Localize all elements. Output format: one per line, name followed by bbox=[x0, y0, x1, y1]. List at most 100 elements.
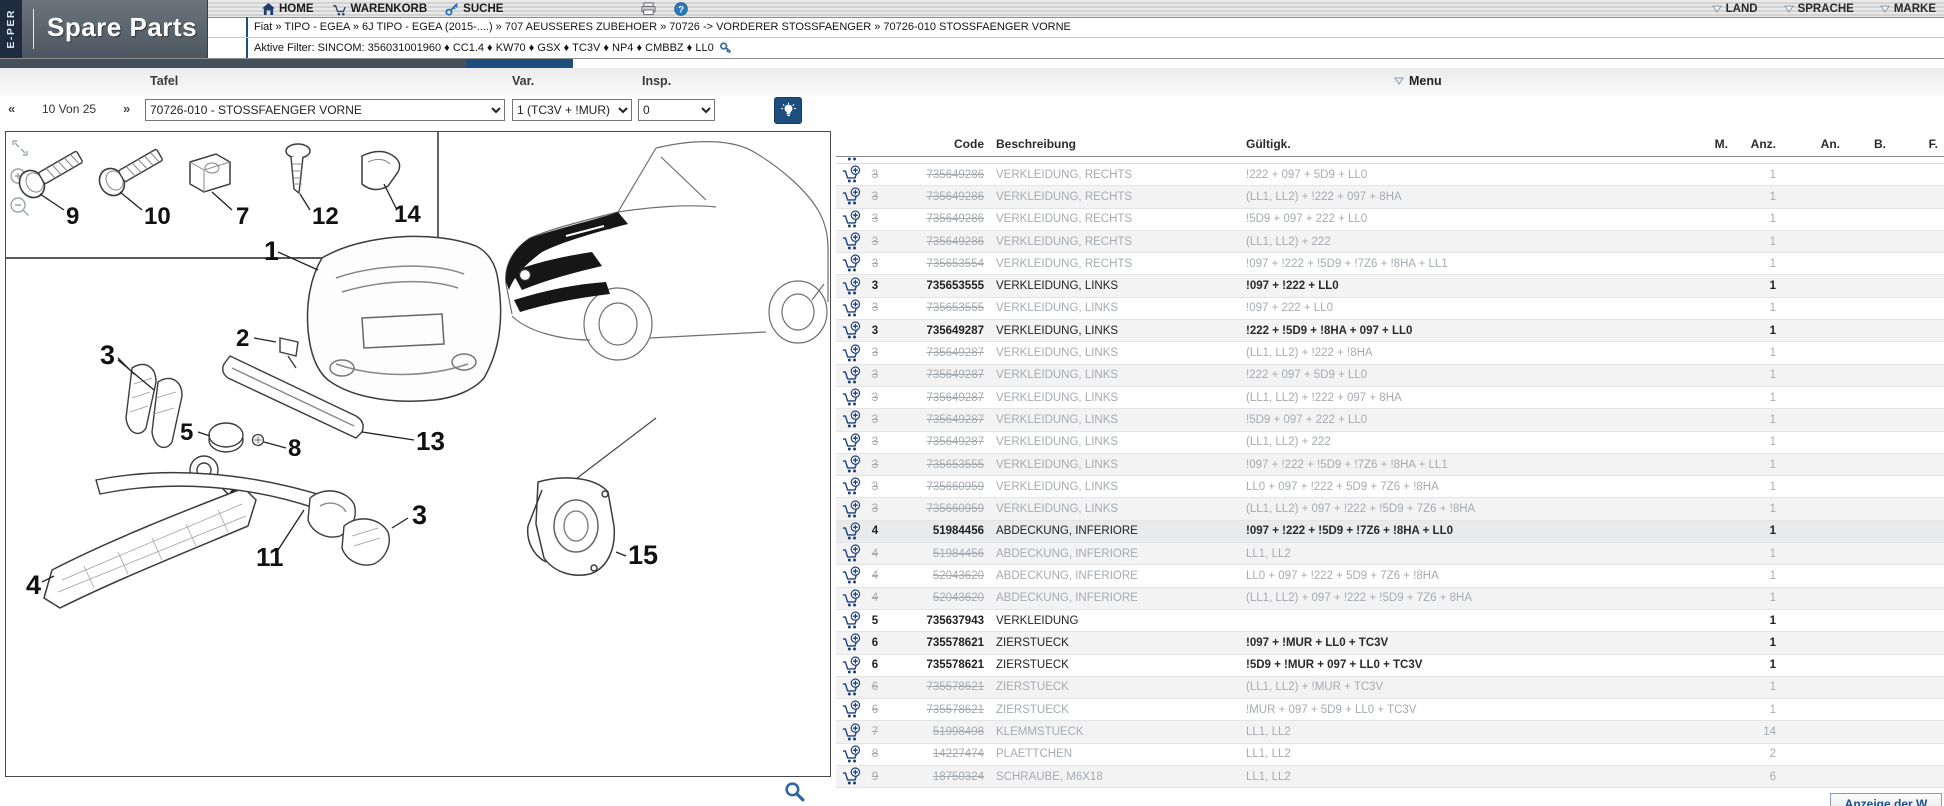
row-part-code[interactable]: 735660959 bbox=[888, 481, 984, 493]
filter-key-icon[interactable] bbox=[719, 41, 733, 55]
table-row[interactable]: 451984456ABDECKUNG, INFERIORE!097 + !222… bbox=[836, 521, 1944, 543]
table-row[interactable]: 3735653555VERKLEIDUNG, LINKS!097 + !222 … bbox=[836, 454, 1944, 476]
table-row[interactable]: 3735649287VERKLEIDUNG, LINKS!5D9 + 097 +… bbox=[836, 409, 1944, 431]
breadcrumb[interactable]: Fiat » TIPO - EGEA » 6J TIPO - EGEA (201… bbox=[254, 21, 1071, 33]
insp-select[interactable]: 0 bbox=[638, 99, 715, 121]
add-to-cart-button[interactable] bbox=[836, 410, 862, 429]
add-to-cart-button[interactable] bbox=[836, 522, 862, 541]
row-part-code[interactable]: 735653555 bbox=[888, 280, 984, 292]
table-row[interactable]: 5735637943VERKLEIDUNG1 bbox=[836, 610, 1944, 632]
diagram-callout[interactable]: 1 bbox=[264, 236, 279, 266]
table-row[interactable]: 3735653555VERKLEIDUNG, LINKS!097 + 222 +… bbox=[836, 298, 1944, 320]
add-to-cart-button[interactable] bbox=[836, 232, 862, 251]
part-clip-7[interactable]: 7 bbox=[190, 154, 249, 230]
add-to-cart-button[interactable] bbox=[836, 299, 862, 318]
add-to-cart-button[interactable] bbox=[836, 745, 862, 764]
table-row[interactable]: 3735649287VERKLEIDUNG, LINKS!222 + 097 +… bbox=[836, 365, 1944, 387]
table-row[interactable]: 3735649286VERKLEIDUNG, RECHTS!5D9 + 097 … bbox=[836, 209, 1944, 231]
add-to-cart-button[interactable] bbox=[836, 366, 862, 385]
row-part-code[interactable]: 735660959 bbox=[888, 503, 984, 515]
row-part-code[interactable]: 735649287 bbox=[888, 325, 984, 337]
next-table-button[interactable]: » bbox=[123, 101, 130, 116]
part-screw-8[interactable]: 8 bbox=[253, 435, 302, 463]
part-clip-14[interactable]: 14 bbox=[362, 151, 421, 228]
part-disc-5[interactable]: 5 bbox=[180, 419, 243, 452]
row-part-code[interactable]: 735649287 bbox=[888, 392, 984, 404]
table-row[interactable]: 452043620ABDECKUNG, INFERIORELL0 + 097 +… bbox=[836, 565, 1944, 587]
table-row[interactable]: 3735653555VERKLEIDUNG, LINKS!097 + !222 … bbox=[836, 275, 1944, 297]
part-screw-12[interactable]: 12 bbox=[286, 144, 339, 230]
row-part-code[interactable]: 735637943 bbox=[888, 615, 984, 627]
row-part-code[interactable]: 735649287 bbox=[888, 347, 984, 359]
diagram-callout[interactable]: 3 bbox=[100, 340, 115, 370]
table-row[interactable]: 3735660959VERKLEIDUNG, LINKSLL0 + 097 + … bbox=[836, 476, 1944, 498]
add-to-cart-button[interactable] bbox=[836, 566, 862, 585]
table-row[interactable]: 6735578621ZIERSTUECK!097 + !MUR + LL0 + … bbox=[836, 632, 1944, 654]
show-selection-button[interactable]: Anzeige der W bbox=[1830, 793, 1942, 806]
diagram-callout[interactable]: 7 bbox=[236, 203, 249, 230]
table-row[interactable]: 6735578621ZIERSTUECK!5D9 + !MUR + 097 + … bbox=[836, 655, 1944, 677]
help-button[interactable]: ? bbox=[674, 2, 688, 16]
hint-bulb-button[interactable] bbox=[774, 97, 802, 124]
diagram-callout[interactable]: 3 bbox=[412, 500, 427, 530]
diagram-search-button[interactable] bbox=[784, 781, 805, 806]
row-part-code[interactable]: 735649287 bbox=[888, 369, 984, 381]
diagram-callout[interactable]: 8 bbox=[288, 435, 301, 462]
part-grille-4[interactable]: 4 bbox=[26, 488, 256, 608]
part-bolt-9[interactable]: 9 bbox=[15, 144, 87, 230]
table-row[interactable]: 451984456ABDECKUNG, INFERIORELL1, LL21 bbox=[836, 543, 1944, 565]
add-to-cart-button[interactable] bbox=[836, 767, 862, 786]
table-row[interactable]: 3735660959VERKLEIDUNG, LINKS(LL1, LL2) +… bbox=[836, 498, 1944, 520]
parts-diagram[interactable]: 9 10 7 bbox=[6, 132, 830, 776]
table-row[interactable]: 3735653554VERKLEIDUNG, RECHTS!097 + !222… bbox=[836, 253, 1944, 275]
sprache-link[interactable]: SPRACHE bbox=[1784, 3, 1854, 15]
add-to-cart-button[interactable] bbox=[836, 388, 862, 407]
table-row[interactable]: 3735649286VERKLEIDUNG, RECHTS!222 + 097 … bbox=[836, 164, 1944, 186]
add-to-cart-button[interactable] bbox=[836, 254, 862, 273]
table-row[interactable]: 452043620ABDECKUNG, INFERIORE(LL1, LL2) … bbox=[836, 588, 1944, 610]
part-clip-2[interactable]: 2 bbox=[236, 325, 298, 368]
home-button[interactable]: HOME bbox=[262, 3, 314, 15]
row-part-code[interactable]: 735653555 bbox=[888, 459, 984, 471]
table-row[interactable]: 3735649287VERKLEIDUNG, LINKS!222 + !5D9 … bbox=[836, 320, 1944, 342]
row-part-code[interactable]: 14227474 bbox=[888, 748, 984, 760]
row-part-code[interactable]: 735653555 bbox=[888, 302, 984, 314]
add-to-cart-button[interactable] bbox=[836, 678, 862, 697]
add-to-cart-button[interactable] bbox=[836, 344, 862, 363]
add-to-cart-button[interactable] bbox=[836, 210, 862, 229]
diagram-callout[interactable]: 4 bbox=[26, 570, 41, 600]
row-part-code[interactable]: 51984456 bbox=[888, 525, 984, 537]
diagram-callout[interactable]: 15 bbox=[628, 540, 658, 570]
diagram-callout[interactable]: 14 bbox=[394, 201, 421, 228]
land-link[interactable]: LAND bbox=[1712, 3, 1758, 15]
add-to-cart-button[interactable] bbox=[836, 723, 862, 742]
table-row[interactable]: 3735649286VERKLEIDUNG, RECHTS(LL1, LL2) … bbox=[836, 231, 1944, 253]
diagram-callout[interactable]: 5 bbox=[180, 419, 193, 446]
search-menu-button[interactable]: SUCHE bbox=[445, 2, 503, 16]
row-part-code[interactable]: 735578621 bbox=[888, 704, 984, 716]
add-to-cart-button[interactable] bbox=[836, 277, 862, 296]
row-part-code[interactable]: 735653554 bbox=[888, 258, 984, 270]
add-to-cart-button[interactable] bbox=[836, 544, 862, 563]
diagram-callout[interactable]: 13 bbox=[416, 426, 445, 456]
table-row[interactable]: 814227474PLAETTCHENLL1, LL22 bbox=[836, 744, 1944, 766]
part-fins-3-left[interactable]: 3 bbox=[100, 340, 182, 447]
add-to-cart-button[interactable] bbox=[836, 589, 862, 608]
cart-menu-button[interactable]: WARENKORB bbox=[332, 2, 428, 16]
table-row[interactable]: 6735578621ZIERSTUECK!MUR + 097 + 5D9 + L… bbox=[836, 699, 1944, 721]
add-to-cart-button[interactable] bbox=[836, 656, 862, 675]
part-bolt-10[interactable]: 10 bbox=[95, 142, 171, 230]
table-row[interactable]: 3735649287VERKLEIDUNG, LINKS(LL1, LL2) +… bbox=[836, 387, 1944, 409]
add-to-cart-button[interactable] bbox=[836, 455, 862, 474]
add-to-cart-button[interactable] bbox=[836, 321, 862, 340]
first-table-button[interactable]: « bbox=[8, 101, 15, 116]
add-to-cart-button[interactable] bbox=[836, 611, 862, 630]
row-part-code[interactable]: 51998498 bbox=[888, 726, 984, 738]
row-part-code[interactable]: 735578621 bbox=[888, 637, 984, 649]
add-to-cart-button[interactable] bbox=[836, 187, 862, 206]
add-to-cart-button[interactable] bbox=[836, 500, 862, 519]
marke-link[interactable]: MARKE bbox=[1880, 3, 1936, 15]
row-part-code[interactable]: 735578621 bbox=[888, 681, 984, 693]
row-part-code[interactable]: 735649287 bbox=[888, 414, 984, 426]
row-part-code[interactable]: 735649286 bbox=[888, 191, 984, 203]
